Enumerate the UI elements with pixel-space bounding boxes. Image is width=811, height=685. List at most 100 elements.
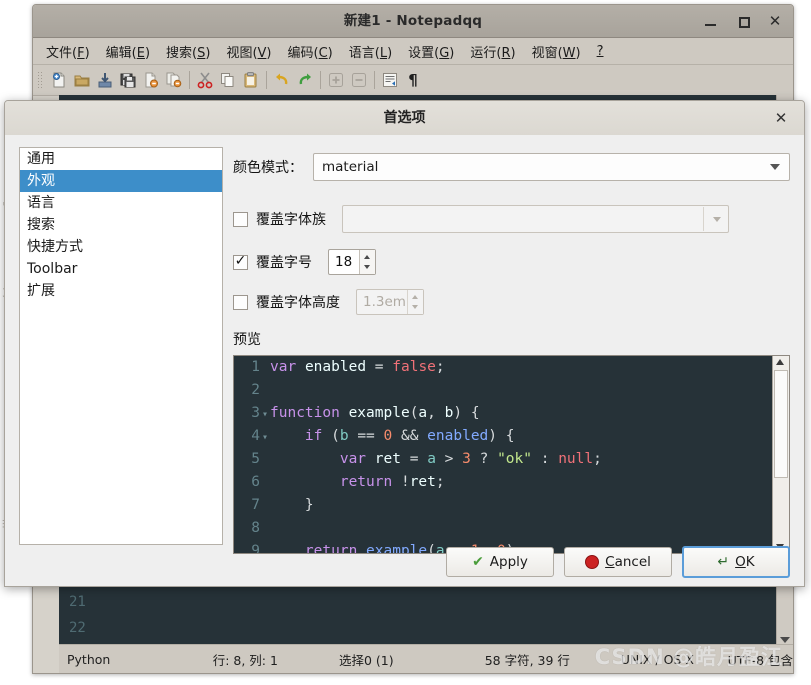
- color-scheme-select[interactable]: material: [313, 153, 790, 181]
- code-preview-scrollbar[interactable]: [772, 356, 789, 553]
- toolbar-separator: [320, 71, 321, 89]
- menu-item-c[interactable]: 编码(C): [281, 39, 340, 64]
- screen: 新建1 - Notepadqq ✕ 文件(F) 编辑(E) 搜索(S) 视图(V) 编码…: [0, 0, 811, 685]
- sidebar-item-外观[interactable]: 外观: [20, 170, 222, 192]
- word-wrap-icon[interactable]: [379, 69, 401, 91]
- new-file-icon[interactable]: [48, 69, 70, 91]
- dialog-close-button[interactable]: ✕: [772, 109, 790, 127]
- close-window-button[interactable]: ✕: [767, 13, 783, 29]
- apply-button[interactable]: ✔ Apply: [446, 547, 554, 577]
- paste-icon[interactable]: [240, 69, 262, 91]
- status-selection: 选择0 (1): [339, 652, 394, 668]
- menu-item-w[interactable]: 视窗(W): [525, 39, 588, 64]
- dialog-title-bar: 首选项 ✕: [5, 101, 804, 136]
- sidebar-item-快捷方式[interactable]: 快捷方式: [20, 236, 222, 258]
- maximize-button[interactable]: [735, 13, 751, 29]
- minimize-button[interactable]: [703, 13, 719, 29]
- stop-icon: [585, 555, 600, 569]
- override-line-height-checkbox[interactable]: [233, 294, 248, 310]
- menu-item-e[interactable]: 编辑(E): [99, 39, 157, 64]
- cut-icon[interactable]: [194, 69, 216, 91]
- menu-item-f[interactable]: 文件(F): [39, 39, 97, 64]
- code-fold-marker[interactable]: ▾: [260, 403, 270, 426]
- code-token: a: [418, 405, 428, 421]
- menu-item-help[interactable]: ?: [590, 41, 611, 62]
- override-font-size-checkbox[interactable]: [233, 252, 248, 270]
- code-token: =: [366, 359, 393, 375]
- code-line-number: 3: [251, 405, 260, 421]
- sidebar-item-Toolbar[interactable]: Toolbar: [20, 258, 222, 280]
- settings-category-list[interactable]: 通用 外观 语言 搜索 快捷方式 Toolbar 扩展: [19, 147, 223, 545]
- code-token: enabled: [304, 359, 367, 375]
- code-token: ret: [374, 451, 401, 467]
- code-token: !: [392, 474, 410, 490]
- code-token: :: [531, 451, 559, 467]
- override-font-family-label: 覆盖字体族: [256, 212, 326, 228]
- menu-item-l[interactable]: 语言(L): [342, 39, 399, 64]
- code-fold-marker[interactable]: ▾: [260, 426, 270, 449]
- stepper-up-icon[interactable]: [364, 255, 370, 259]
- sidebar-item-通用[interactable]: 通用: [20, 148, 222, 170]
- code-token: 3: [462, 451, 471, 467]
- font-size-stepper[interactable]: 18: [328, 249, 376, 275]
- code-token: var: [339, 451, 367, 467]
- menu-item-g[interactable]: 设置(G): [401, 39, 461, 64]
- scroll-up-icon[interactable]: [776, 359, 784, 365]
- undo-icon[interactable]: [271, 69, 293, 91]
- code-token: ) {: [488, 428, 515, 444]
- chevron-down-icon: [713, 217, 721, 222]
- status-language[interactable]: Python: [59, 652, 213, 667]
- code-token: ==: [348, 428, 384, 444]
- code-line: 7 }: [234, 494, 773, 517]
- save-all-icon[interactable]: [117, 69, 139, 91]
- code-token: return: [304, 543, 358, 553]
- code-token: b: [339, 428, 349, 444]
- close-all-icon[interactable]: [163, 69, 185, 91]
- status-encoding[interactable]: UTF-8 包含: [728, 650, 793, 669]
- copy-icon[interactable]: [217, 69, 239, 91]
- ok-button[interactable]: ↵ OK: [682, 546, 790, 578]
- font-size-value: 18: [335, 254, 353, 270]
- menu-item-r[interactable]: 运行(R): [463, 39, 522, 64]
- sidebar-item-扩展[interactable]: 扩展: [20, 280, 222, 302]
- zoom-out-icon[interactable]: [348, 69, 370, 91]
- code-line-number: 1: [251, 359, 260, 375]
- sidebar-item-语言[interactable]: 语言: [20, 192, 222, 214]
- zoom-in-icon[interactable]: [325, 69, 347, 91]
- code-token: =: [400, 451, 428, 467]
- cancel-button-label: Cancel: [605, 554, 651, 570]
- stepper-down-icon[interactable]: [364, 265, 370, 269]
- show-pilcrow-icon[interactable]: ¶: [402, 69, 424, 91]
- code-token: (: [427, 543, 436, 553]
- code-token: ) {: [453, 405, 480, 421]
- scroll-down-icon[interactable]: [780, 637, 790, 643]
- status-cursor-position: 行: 8, 列: 1: [212, 652, 278, 668]
- cancel-button[interactable]: Cancel: [564, 547, 672, 577]
- status-line-ending[interactable]: UNIX / OS X: [621, 652, 728, 667]
- toolbar-drag-handle[interactable]: [37, 71, 43, 89]
- save-icon[interactable]: [94, 69, 116, 91]
- close-file-icon[interactable]: [140, 69, 162, 91]
- window-title: 新建1 - Notepadqq: [343, 13, 483, 29]
- tool-bar: ¶: [33, 65, 793, 96]
- code-token: example: [348, 405, 410, 421]
- code-token: var: [270, 359, 297, 375]
- override-font-family-checkbox[interactable]: [233, 211, 248, 227]
- menu-item-v[interactable]: 视图(V): [219, 39, 278, 64]
- code-token: "ok": [497, 451, 532, 467]
- code-token: ;: [435, 474, 445, 490]
- redo-icon[interactable]: [294, 69, 316, 91]
- line-height-stepper-buttons: [407, 290, 423, 314]
- code-token: ;: [593, 451, 602, 467]
- menu-item-s[interactable]: 搜索(S): [159, 39, 217, 64]
- enter-arrow-icon: ↵: [717, 554, 730, 570]
- code-token: return: [339, 474, 393, 490]
- open-folder-icon[interactable]: [71, 69, 93, 91]
- scrollbar-thumb[interactable]: [774, 370, 788, 478]
- sidebar-item-搜索[interactable]: 搜索: [20, 214, 222, 236]
- font-size-stepper-buttons[interactable]: [359, 250, 375, 274]
